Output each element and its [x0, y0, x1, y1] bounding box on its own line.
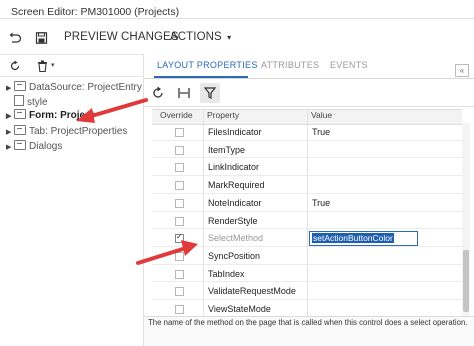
folder-icon [14, 125, 26, 135]
annotation-arrow-selectmethod [136, 240, 198, 265]
tab-layout-properties[interactable]: LAYOUT PROPERTIES [157, 60, 258, 70]
override-checkbox[interactable] [175, 269, 184, 279]
preview-changes-button[interactable]: PREVIEW CHANGES [64, 31, 179, 43]
tab-attributes[interactable]: ATTRIBUTES [261, 60, 319, 70]
document-icon [14, 95, 24, 106]
property-value[interactable]: True [312, 198, 330, 208]
folder-icon [14, 109, 26, 119]
chevron-down-icon[interactable]: ▾ [51, 61, 55, 69]
tree-item-dialogs[interactable]: ▶ Dialogs [6, 140, 62, 154]
override-checkbox[interactable] [175, 163, 184, 173]
table-row[interactable] [152, 176, 462, 194]
fit-columns-icon[interactable] [174, 83, 194, 103]
property-name: MarkRequired [208, 180, 265, 191]
window-title: Screen Editor: PM301000 (Projects) [11, 6, 180, 18]
actions-menu-button[interactable]: ACTIONS ▾ [170, 31, 231, 43]
annotation-arrow-form [76, 98, 148, 123]
property-name: TabIndex [208, 268, 245, 279]
table-row[interactable] [152, 158, 462, 176]
expand-triangle-icon[interactable]: ▶ [6, 141, 14, 155]
property-name: ViewStateMode [208, 304, 271, 314]
override-checkbox[interactable] [175, 305, 184, 314]
tree-toolbar-divider [0, 76, 143, 77]
property-value-input[interactable]: setActionButtonColor [309, 231, 418, 247]
table-row[interactable] [152, 123, 462, 141]
property-name: ItemType [208, 144, 246, 155]
column-header-value[interactable]: Value [311, 110, 332, 120]
tab-events[interactable]: EVENTS [330, 60, 368, 70]
property-value[interactable]: True [312, 127, 330, 137]
save-icon[interactable] [35, 32, 49, 44]
property-name: SelectMethod [208, 233, 264, 244]
title-divider [0, 18, 474, 19]
expand-triangle-icon[interactable]: ▶ [6, 82, 14, 96]
trash-icon[interactable] [37, 60, 48, 72]
active-tab-indicator [154, 76, 248, 78]
expand-triangle-icon[interactable]: ▶ [6, 126, 14, 140]
override-checkbox[interactable] [175, 145, 184, 155]
grid-refresh-icon[interactable] [148, 83, 168, 103]
column-header-override[interactable]: Override [160, 110, 193, 120]
property-name: ValidateRequestMode [208, 286, 296, 297]
override-checkbox[interactable] [175, 128, 184, 137]
override-checkbox[interactable] [175, 287, 184, 297]
property-name: NoteIndicator [208, 197, 262, 208]
chevron-down-icon: ▾ [227, 33, 232, 42]
actions-label: ACTIONS [170, 31, 222, 43]
override-checkbox[interactable] [175, 216, 184, 226]
column-header-property[interactable]: Property [207, 110, 239, 120]
folder-icon [14, 140, 26, 150]
property-name: LinkIndicator [208, 162, 260, 173]
property-description: The name of the method on the page that … [148, 318, 468, 327]
selected-value-text: setActionButtonColor [312, 233, 394, 244]
grid-scrollbar-thumb[interactable] [463, 250, 469, 312]
table-row[interactable] [152, 282, 462, 300]
property-name: RenderStyle [208, 215, 258, 226]
table-row[interactable] [152, 212, 462, 230]
property-name: SyncPosition [208, 250, 261, 261]
tree-item-label: style [27, 97, 48, 108]
filter-icon [203, 87, 217, 99]
collapse-panel-button[interactable]: « [455, 64, 469, 77]
table-row[interactable] [152, 141, 462, 159]
override-checkbox[interactable] [175, 198, 184, 208]
property-name: FilesIndicator [208, 127, 262, 137]
undo-icon[interactable] [8, 32, 22, 44]
tree-item-style[interactable]: style [6, 95, 48, 109]
table-row[interactable] [152, 194, 462, 212]
tree-refresh-icon[interactable] [9, 60, 21, 72]
filter-button[interactable] [200, 83, 220, 103]
tree-item-label: Dialogs [29, 141, 63, 152]
override-checkbox[interactable] [175, 181, 184, 191]
folder-icon [14, 81, 26, 91]
expand-triangle-icon[interactable]: ▶ [6, 110, 14, 124]
